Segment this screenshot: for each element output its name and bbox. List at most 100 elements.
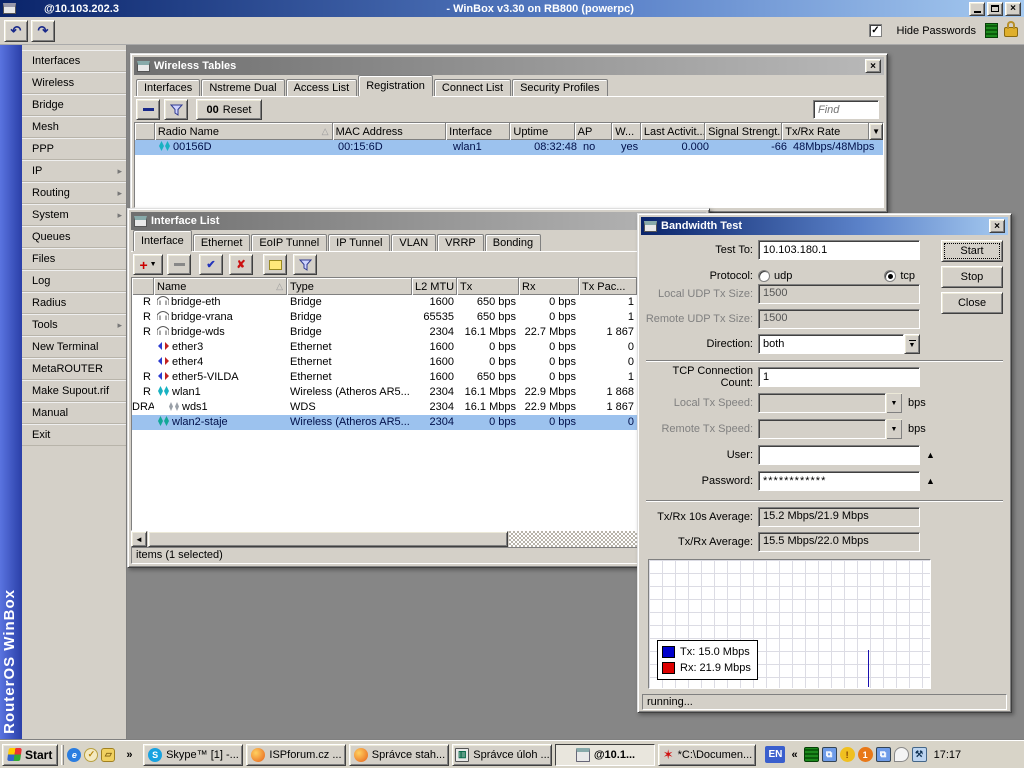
sidebar-item-routing[interactable]: Routing▸ xyxy=(22,182,126,204)
start-button[interactable]: Start xyxy=(2,744,58,766)
tab-interfaces[interactable]: Interfaces xyxy=(136,79,200,96)
quicklaunch-icon-2[interactable]: ✓ xyxy=(84,748,98,762)
sidebar-item-tools[interactable]: Tools▸ xyxy=(22,314,126,336)
hide-passwords-checkbox[interactable]: ✓ xyxy=(869,24,882,37)
table-row[interactable]: R bridge-wds Bridge 2304 16.1 Mbps 22.7 … xyxy=(132,325,705,340)
taskbar-button-downloads[interactable]: Správce stah... xyxy=(349,744,449,766)
tab-eoip-tunnel[interactable]: EoIP Tunnel xyxy=(251,234,327,251)
minimize-button[interactable] xyxy=(969,2,985,16)
sidebar-item-new-terminal[interactable]: New Terminal xyxy=(22,336,126,358)
scrollbar-thumb[interactable] xyxy=(148,531,508,547)
col-last-activity[interactable]: Last Activit... xyxy=(641,123,705,140)
tray-update-badge-icon[interactable]: 1 xyxy=(858,747,873,762)
language-indicator[interactable]: EN xyxy=(765,746,785,763)
tcp-radio[interactable] xyxy=(884,270,896,282)
tab-interface[interactable]: Interface xyxy=(133,230,192,251)
user-expand-icon[interactable]: ▲ xyxy=(926,450,935,460)
tab-ip-tunnel[interactable]: IP Tunnel xyxy=(328,234,390,251)
table-row[interactable]: ether4 Ethernet 1600 0 bps 0 bps 0 xyxy=(132,355,705,370)
add-button[interactable]: +▼ xyxy=(133,254,163,275)
wireless-tables-titlebar[interactable]: Wireless Tables × xyxy=(134,57,884,75)
direction-dropdown-button[interactable]: ▼ xyxy=(904,334,920,354)
password-expand-icon[interactable]: ▲ xyxy=(926,476,935,486)
user-input[interactable] xyxy=(758,445,920,465)
udp-radio[interactable] xyxy=(758,270,770,282)
remote-tx-dropdown[interactable]: ▼ xyxy=(886,419,902,439)
tray-network-icon[interactable]: ⧉ xyxy=(822,747,837,762)
interface-list-titlebar[interactable]: Interface List xyxy=(131,212,706,230)
close-button[interactable]: × xyxy=(1005,2,1021,16)
col-interface[interactable]: Interface xyxy=(446,123,510,140)
sidebar-item-radius[interactable]: Radius xyxy=(22,292,126,314)
wireless-close-button[interactable]: × xyxy=(865,59,881,73)
find-input[interactable] xyxy=(813,100,879,119)
direction-select[interactable] xyxy=(758,334,904,354)
remove-button[interactable] xyxy=(136,99,160,120)
stop-button[interactable]: Stop xyxy=(941,266,1003,288)
disable-button[interactable]: ✘ xyxy=(229,254,253,275)
sidebar-item-ppp[interactable]: PPP xyxy=(22,138,126,160)
sidebar-item-bridge[interactable]: Bridge xyxy=(22,94,126,116)
tab-nstreme-dual[interactable]: Nstreme Dual xyxy=(201,79,284,96)
column-menu-button[interactable]: ▼ xyxy=(869,123,883,140)
test-to-input[interactable] xyxy=(758,240,920,260)
col-ap[interactable]: AP xyxy=(575,123,613,140)
quicklaunch-overflow-chevron[interactable]: » xyxy=(126,749,132,761)
table-row[interactable]: R ether5-VILDA Ethernet 1600 650 bps 0 b… xyxy=(132,370,705,385)
col-rate[interactable]: Tx/Rx Rate xyxy=(782,123,869,140)
table-row[interactable]: DRA wds1 WDS 2304 16.1 Mbps 22.9 Mbps 1 … xyxy=(132,400,705,415)
col-flags[interactable] xyxy=(132,278,154,295)
sidebar-item-files[interactable]: Files xyxy=(22,248,126,270)
bandwidth-close-icon-button[interactable]: × xyxy=(989,219,1005,233)
enable-button[interactable]: ✔ xyxy=(199,254,223,275)
sidebar-item-log[interactable]: Log xyxy=(22,270,126,292)
local-tx-dropdown[interactable]: ▼ xyxy=(886,393,902,413)
taskbar-button-skype[interactable]: S Skype™ [1] -... xyxy=(143,744,243,766)
redo-button[interactable]: ↷ xyxy=(31,20,55,42)
restore-button[interactable] xyxy=(987,2,1003,16)
sidebar-item-system[interactable]: System▸ xyxy=(22,204,126,226)
bandwidth-titlebar[interactable]: Bandwidth Test × xyxy=(641,217,1008,235)
remove-button[interactable] xyxy=(167,254,191,275)
col-rx[interactable]: Rx xyxy=(519,278,579,295)
col-flags[interactable] xyxy=(135,123,155,140)
tray-tool-icon[interactable]: ⚒ xyxy=(912,747,927,762)
col-signal[interactable]: Signal Strengt... xyxy=(705,123,782,140)
tab-vlan[interactable]: VLAN xyxy=(391,234,436,251)
ie-quicklaunch-icon[interactable]: e xyxy=(67,748,81,762)
table-row[interactable]: R bridge-eth Bridge 1600 650 bps 0 bps 1 xyxy=(132,295,705,310)
tab-security-profiles[interactable]: Security Profiles xyxy=(512,79,607,96)
start-button[interactable]: Start xyxy=(941,240,1003,262)
col-radio-name[interactable]: Radio Name△ xyxy=(155,123,333,140)
col-txpac[interactable]: Tx Pac... xyxy=(579,278,637,295)
undo-button[interactable]: ↶ xyxy=(4,20,28,42)
col-w[interactable]: W... xyxy=(612,123,641,140)
col-type[interactable]: Type xyxy=(287,278,412,295)
tray-collapse-chevron[interactable]: « xyxy=(791,749,797,761)
table-row-selected[interactable]: wlan2-staje Wireless (Atheros AR5... 230… xyxy=(132,415,705,430)
taskbar-button-ispforum[interactable]: ISPforum.cz ... xyxy=(246,744,346,766)
tray-chat-icon[interactable] xyxy=(894,747,909,762)
table-row[interactable]: R bridge-vrana Bridge 65535 650 bps 0 bp… xyxy=(132,310,705,325)
sidebar-item-make-supout[interactable]: Make Supout.rif xyxy=(22,380,126,402)
close-button[interactable]: Close xyxy=(941,292,1003,314)
col-uptime[interactable]: Uptime xyxy=(510,123,574,140)
sidebar-item-manual[interactable]: Manual xyxy=(22,402,126,424)
tab-connect-list[interactable]: Connect List xyxy=(434,79,511,96)
folder-quicklaunch-icon[interactable]: ▱ xyxy=(101,748,115,762)
col-tx[interactable]: Tx xyxy=(457,278,519,295)
taskbar-button-irfanview[interactable]: ✶ *C:\Documen... xyxy=(658,744,756,766)
taskbar-button-winbox[interactable]: @10.1... xyxy=(555,744,655,766)
tab-access-list[interactable]: Access List xyxy=(286,79,358,96)
filter-button[interactable] xyxy=(293,254,317,275)
tcp-count-input[interactable] xyxy=(758,367,920,387)
col-mac[interactable]: MAC Address xyxy=(333,123,447,140)
sidebar-item-wireless[interactable]: Wireless xyxy=(22,72,126,94)
tab-registration[interactable]: Registration xyxy=(358,75,433,96)
sidebar-item-ip[interactable]: IP▸ xyxy=(22,160,126,182)
taskbar-button-taskmanager[interactable]: ▥ Správce úloh ... xyxy=(452,744,552,766)
col-l2mtu[interactable]: L2 MTU xyxy=(412,278,457,295)
tab-ethernet[interactable]: Ethernet xyxy=(193,234,251,251)
tray-traffic-icon[interactable] xyxy=(804,747,819,762)
sidebar-item-interfaces[interactable]: Interfaces xyxy=(22,50,126,72)
